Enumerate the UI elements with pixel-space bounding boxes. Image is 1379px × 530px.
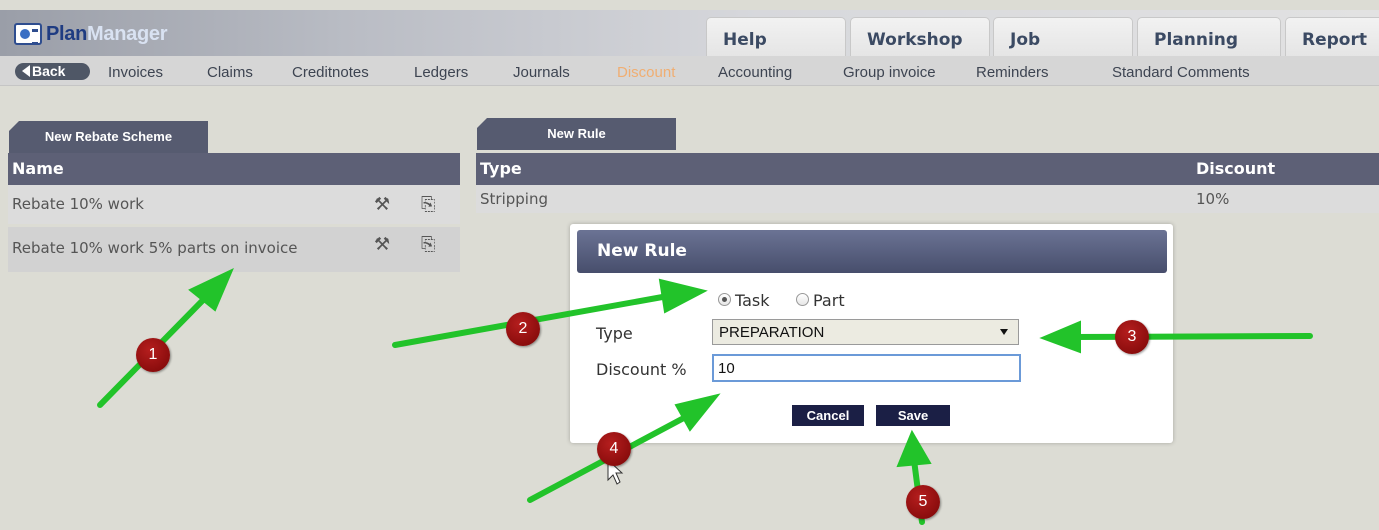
arrow-4-head: [674, 393, 721, 432]
annotation-badge-2: 2: [506, 312, 540, 346]
arrow-5-head: [896, 429, 932, 468]
arrow-2-head: [658, 278, 708, 314]
annotation-badge-3: 3: [1115, 320, 1149, 354]
annotation-arrows: [97, 267, 1313, 525]
arrow-3-head: [1039, 320, 1081, 354]
arrow-3: [1069, 333, 1313, 340]
annotation-badge-4: 4: [597, 432, 631, 466]
annotation-badge-5: 5: [906, 485, 940, 519]
annotation-badge-1: 1: [136, 338, 170, 372]
